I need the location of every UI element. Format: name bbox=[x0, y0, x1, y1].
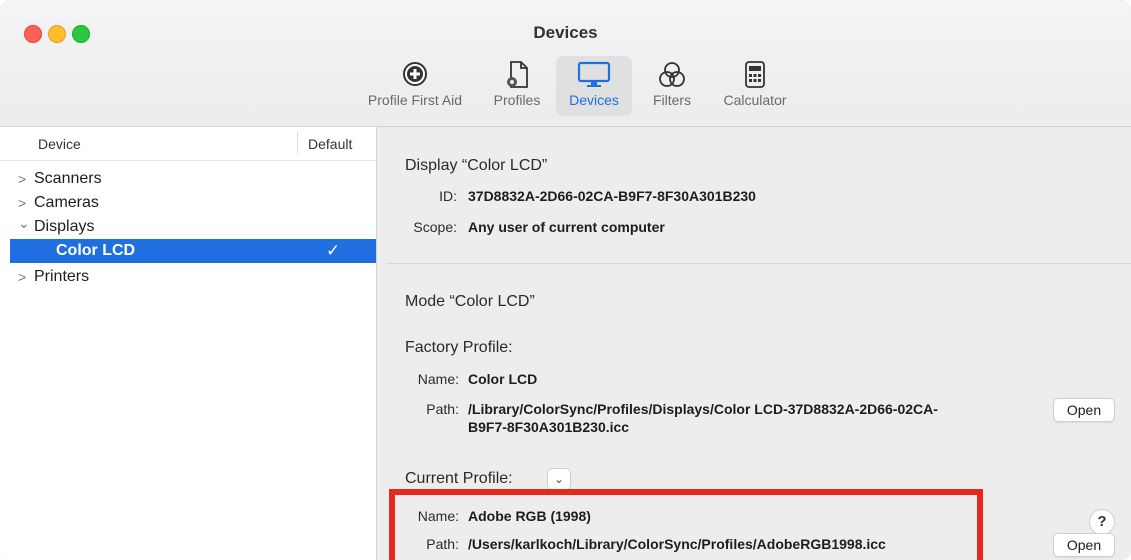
factory-name-value: Color LCD bbox=[468, 371, 538, 387]
current-name-value: Adobe RGB (1998) bbox=[468, 508, 591, 524]
toolbar-devices[interactable]: Devices bbox=[556, 56, 632, 116]
tree-item-displays[interactable]: ⌄ Displays bbox=[0, 215, 376, 239]
factory-profile-title: Factory Profile: bbox=[405, 339, 513, 356]
toolbar-calculator[interactable]: Calculator bbox=[712, 56, 798, 116]
current-profile-title: Current Profile: bbox=[405, 470, 513, 487]
display-title: Display “Color LCD” bbox=[405, 157, 548, 174]
default-checkmark-icon: ✓ bbox=[326, 241, 341, 260]
toolbar-label: Calculator bbox=[723, 92, 787, 108]
calculator-icon bbox=[744, 60, 766, 93]
plus-circle-icon bbox=[401, 60, 429, 91]
tree-item-color-lcd[interactable]: Color LCD ✓ bbox=[10, 239, 376, 263]
document-gear-icon bbox=[503, 60, 531, 93]
id-label: ID: bbox=[439, 188, 457, 204]
open-factory-profile-button[interactable]: Open bbox=[1053, 398, 1115, 422]
tree-item-label: Color LCD bbox=[56, 242, 136, 259]
factory-path-label: Path: bbox=[426, 401, 459, 417]
toolbar-filters[interactable]: Filters bbox=[640, 56, 704, 116]
title-bar: Devices Profile First Aid Profiles Devic… bbox=[0, 0, 1131, 127]
current-path-label: Path: bbox=[426, 536, 459, 552]
column-header-device[interactable]: Device bbox=[38, 136, 81, 152]
tree-item-label: Scanners bbox=[34, 170, 102, 187]
display-icon bbox=[577, 60, 611, 91]
factory-path-line1: /Library/ColorSync/Profiles/Displays/Col… bbox=[468, 401, 938, 417]
current-profile-dropdown[interactable]: ⌄ bbox=[547, 468, 571, 490]
toolbar-label: Profiles bbox=[493, 92, 541, 108]
device-sidebar: Device Default > Scanners > Cameras ⌄ Di… bbox=[0, 127, 377, 560]
toolbar-profile-first-aid[interactable]: Profile First Aid bbox=[352, 56, 478, 116]
tree-item-label: Displays bbox=[34, 218, 95, 235]
section-divider bbox=[387, 263, 1131, 264]
scope-label: Scope: bbox=[413, 219, 457, 235]
toolbar-label: Devices bbox=[569, 92, 619, 108]
id-value: 37D8832A-2D66-02CA-B9F7-8F30A301B230 bbox=[468, 188, 756, 204]
window-title: Devices bbox=[533, 23, 598, 42]
disclosure-chevron-right-icon[interactable]: > bbox=[18, 265, 26, 289]
device-detail-pane: Display “Color LCD” ID: 37D8832A-2D66-02… bbox=[377, 127, 1131, 560]
toolbar-label: Filters bbox=[652, 92, 692, 108]
current-path-value: /Users/karlkoch/Library/ColorSync/Profil… bbox=[468, 536, 886, 552]
devices-window: Devices Profile First Aid Profiles Devic… bbox=[0, 0, 1131, 560]
current-name-label: Name: bbox=[417, 508, 459, 524]
factory-path-line2: B9F7-8F30A301B230.icc bbox=[468, 419, 630, 435]
mode-title: Mode “Color LCD” bbox=[405, 293, 535, 310]
toolbar-label: Profile First Aid bbox=[367, 92, 463, 108]
tree-item-cameras[interactable]: > Cameras bbox=[0, 191, 376, 215]
tree-item-scanners[interactable]: > Scanners bbox=[0, 167, 376, 191]
overlapping-circles-icon bbox=[657, 60, 687, 93]
toolbar-profiles[interactable]: Profiles bbox=[484, 56, 550, 116]
disclosure-chevron-right-icon[interactable]: > bbox=[18, 167, 26, 191]
tree-item-label: Printers bbox=[34, 268, 90, 285]
tree-item-printers[interactable]: > Printers bbox=[0, 265, 376, 289]
open-current-profile-button[interactable]: Open bbox=[1053, 533, 1115, 557]
sidebar-header: Device Default bbox=[0, 127, 376, 161]
disclosure-chevron-down-icon[interactable]: ⌄ bbox=[18, 211, 30, 235]
column-header-default[interactable]: Default bbox=[308, 136, 352, 152]
help-button[interactable]: ? bbox=[1089, 509, 1115, 535]
tree-item-label: Cameras bbox=[34, 194, 99, 211]
column-separator bbox=[297, 132, 298, 154]
scope-value: Any user of current computer bbox=[468, 219, 665, 235]
factory-name-label: Name: bbox=[417, 371, 459, 387]
